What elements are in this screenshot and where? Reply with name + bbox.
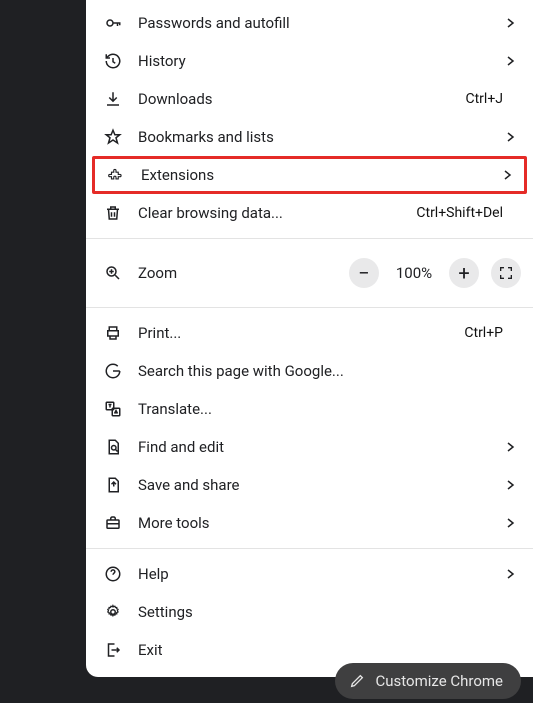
exit-icon [104, 641, 132, 659]
chrome-main-menu: Passwords and autofill History Downloads… [86, 0, 533, 677]
menu-item-label: Translate... [132, 400, 515, 418]
menu-item-label: History [132, 52, 501, 70]
chevron-right-icon [501, 18, 515, 28]
chevron-right-icon [498, 170, 512, 180]
menu-separator [86, 548, 533, 549]
zoom-out-button[interactable]: − [349, 258, 379, 288]
chevron-right-icon [501, 132, 515, 142]
menu-item-label: Downloads [132, 90, 457, 108]
menu-item-label: More tools [132, 514, 501, 532]
history-icon [104, 52, 132, 70]
trash-icon [104, 204, 132, 222]
menu-item-label: Clear browsing data... [132, 204, 408, 222]
menu-item-shortcut: Ctrl+J [465, 91, 503, 107]
pencil-icon [349, 673, 365, 689]
chevron-right-icon [501, 569, 515, 579]
chevron-right-icon [501, 518, 515, 528]
gear-icon [104, 603, 132, 621]
menu-item-find-edit[interactable]: Find and edit [86, 428, 533, 466]
menu-item-bookmarks[interactable]: Bookmarks and lists [86, 118, 533, 156]
zoom-value: 100% [391, 264, 437, 282]
menu-item-translate[interactable]: Translate... [86, 390, 533, 428]
fullscreen-icon [498, 265, 514, 281]
chevron-right-icon [501, 480, 515, 490]
zoom-icon [104, 264, 132, 282]
menu-item-print[interactable]: Print... Ctrl+P [86, 314, 533, 352]
key-icon [104, 14, 132, 32]
extension-icon [107, 166, 135, 184]
menu-item-help[interactable]: Help [86, 555, 533, 593]
menu-item-shortcut: Ctrl+Shift+Del [416, 205, 503, 221]
menu-item-passwords[interactable]: Passwords and autofill [86, 4, 533, 42]
menu-item-clear-data[interactable]: Clear browsing data... Ctrl+Shift+Del [86, 194, 533, 232]
menu-item-more-tools[interactable]: More tools [86, 504, 533, 542]
menu-item-settings[interactable]: Settings [86, 593, 533, 631]
menu-item-shortcut: Ctrl+P [464, 325, 503, 341]
zoom-label: Zoom [132, 264, 349, 282]
menu-item-label: Search this page with Google... [132, 362, 515, 380]
find-in-page-icon [104, 438, 132, 456]
toolbox-icon [104, 514, 132, 532]
fullscreen-button[interactable] [491, 258, 521, 288]
help-icon [104, 565, 132, 583]
menu-item-label: Bookmarks and lists [132, 128, 501, 146]
menu-item-label: Help [132, 565, 501, 583]
zoom-in-button[interactable]: + [449, 258, 479, 288]
menu-item-label: Save and share [132, 476, 501, 494]
print-icon [104, 324, 132, 342]
menu-item-label: Find and edit [132, 438, 501, 456]
menu-item-label: Passwords and autofill [132, 14, 501, 32]
google-icon [104, 362, 132, 380]
save-share-icon [104, 476, 132, 494]
chevron-right-icon [501, 56, 515, 66]
menu-item-save-share[interactable]: Save and share [86, 466, 533, 504]
star-icon [104, 128, 132, 146]
menu-item-label: Exit [132, 641, 515, 659]
menu-separator [86, 307, 533, 308]
zoom-controls: − 100% + [349, 258, 521, 288]
translate-icon [104, 400, 132, 418]
menu-separator [86, 238, 533, 239]
download-icon [104, 90, 132, 108]
menu-item-history[interactable]: History [86, 42, 533, 80]
menu-item-label: Settings [132, 603, 515, 621]
menu-item-label: Extensions [135, 166, 498, 184]
menu-item-zoom: Zoom − 100% + [86, 245, 533, 301]
customize-chrome-button[interactable]: Customize Chrome [335, 663, 521, 699]
chevron-right-icon [501, 442, 515, 452]
menu-item-extensions[interactable]: Extensions [92, 156, 527, 194]
menu-item-downloads[interactable]: Downloads Ctrl+J [86, 80, 533, 118]
menu-item-search-google[interactable]: Search this page with Google... [86, 352, 533, 390]
menu-item-label: Print... [132, 324, 456, 342]
customize-chrome-label: Customize Chrome [375, 672, 503, 690]
